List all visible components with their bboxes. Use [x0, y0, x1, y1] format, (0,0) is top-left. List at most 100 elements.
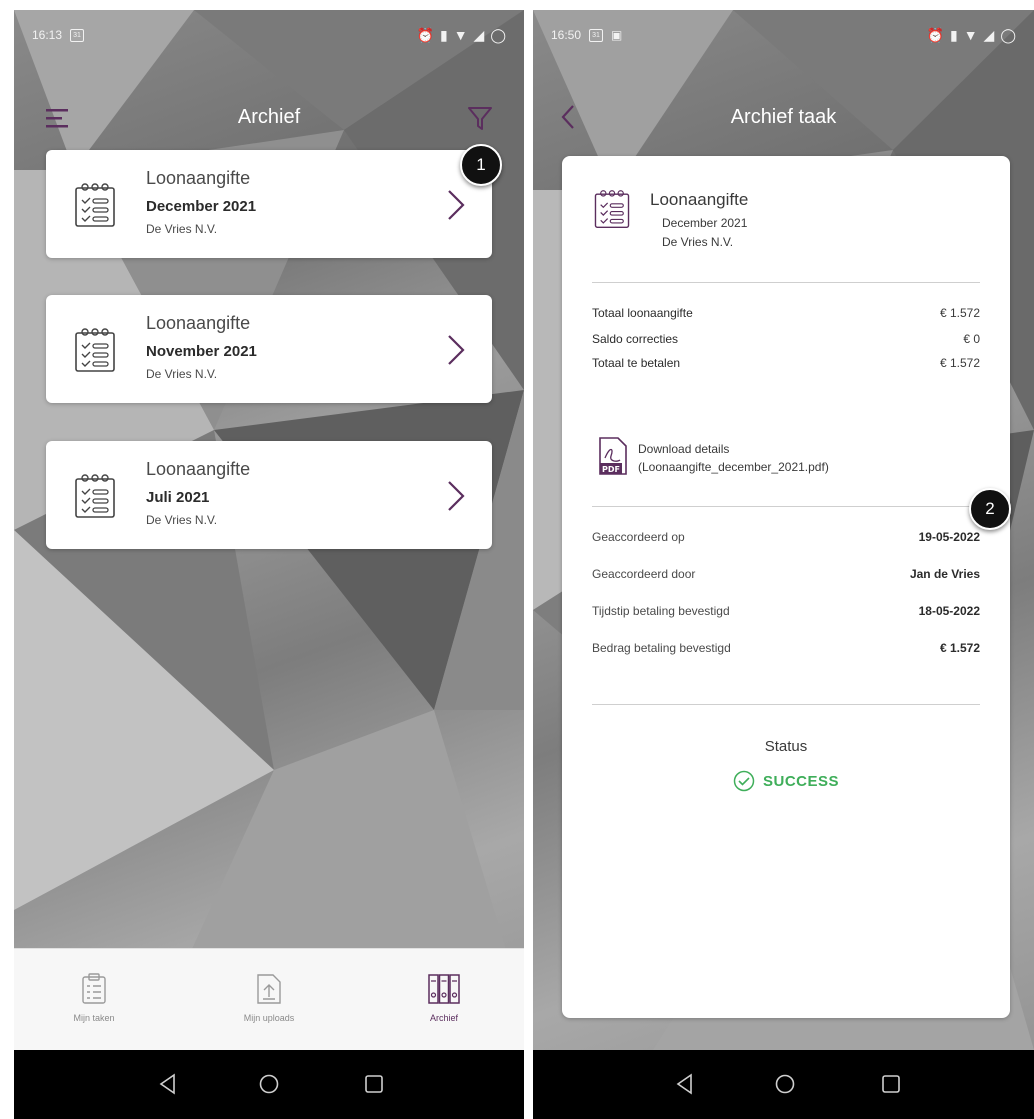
- clipboard-icon: [82, 973, 106, 1004]
- tab-mijn-uploads[interactable]: Mijn uploads: [209, 973, 329, 1023]
- download-filename: (Loonaangifte_december_2021.pdf): [638, 460, 829, 474]
- status-value: SUCCESS: [562, 770, 1010, 792]
- chevron-right-icon: [448, 190, 465, 220]
- page-title: Archief taak: [730, 106, 837, 128]
- row-label: Totaal te betalen: [592, 356, 681, 370]
- status-label: Status: [764, 738, 808, 755]
- alarm-icon: ⏰: [416, 26, 434, 43]
- recents-square-icon[interactable]: [362, 1072, 386, 1096]
- check-circle-icon: [733, 770, 755, 792]
- divider: [592, 704, 980, 705]
- vibrate-icon: ▮: [949, 26, 958, 43]
- task-title: Loonaangifte: [650, 190, 749, 209]
- totals-row: Saldo correcties € 0: [592, 332, 980, 346]
- tab-archief[interactable]: Archief: [384, 973, 504, 1023]
- task-detail-card: Loonaangifte December 2021 De Vries N.V.…: [562, 156, 1010, 1018]
- card-period: December 2021: [146, 198, 257, 215]
- checklist-icon: [75, 474, 115, 518]
- detail-row: Tijdstip betaling bevestigd 18-05-2022: [592, 604, 980, 618]
- totals-row: Totaal loonaangifte € 1.572: [592, 306, 980, 320]
- row-value: € 1.572: [939, 641, 980, 655]
- row-label: Totaal loonaangifte: [592, 306, 693, 320]
- chevron-right-icon: [448, 481, 465, 511]
- archive-card-december[interactable]: Loonaangifte December 2021 De Vries N.V.: [46, 150, 492, 258]
- status-bar: 16:50 31 ▣ ⏰ ▮ ▼ ◢ ◯: [551, 24, 1016, 46]
- filter-icon[interactable]: [466, 104, 494, 132]
- image-icon: ▣: [611, 28, 623, 42]
- checklist-icon: [75, 183, 115, 227]
- app-header: Archief: [14, 98, 524, 138]
- home-circle-icon[interactable]: [773, 1072, 797, 1096]
- detail-row: Geaccordeerd door Jan de Vries: [592, 567, 980, 581]
- row-label: Bedrag betaling bevestigd: [592, 641, 731, 655]
- home-circle-icon[interactable]: [257, 1072, 281, 1096]
- row-value: € 0: [963, 332, 980, 346]
- wifi-icon: ▼: [963, 27, 978, 43]
- download-label: Download details: [638, 442, 730, 456]
- card-title: Loonaangifte: [146, 459, 251, 479]
- task-company: De Vries N.V.: [662, 235, 734, 249]
- row-label: Tijdstip betaling bevestigd: [592, 604, 730, 618]
- signal-icon: ◢: [473, 26, 485, 43]
- tab-label: Mijn taken: [73, 1013, 115, 1023]
- archive-list-screen: 16:13 31 ⏰ ▮ ▼ ◢ ◯ Archief Loonaangifte …: [14, 10, 524, 1119]
- card-company: De Vries N.V.: [146, 367, 218, 381]
- card-title: Loonaangifte: [146, 168, 251, 188]
- checklist-icon: [594, 190, 630, 228]
- archive-card-november[interactable]: Loonaangifte November 2021 De Vries N.V.: [46, 295, 492, 403]
- status-bar: 16:13 31 ⏰ ▮ ▼ ◢ ◯: [32, 24, 506, 46]
- step-badge-2: 2: [969, 488, 1011, 530]
- archive-card-juli[interactable]: Loonaangifte Juli 2021 De Vries N.V.: [46, 441, 492, 549]
- android-nav-bar: [14, 1050, 524, 1119]
- status-time: 16:13: [32, 28, 63, 42]
- signal-icon: ◢: [983, 26, 995, 43]
- calendar-icon: 31: [589, 28, 604, 42]
- detail-row: Geaccordeerd op 19-05-2022: [592, 530, 980, 544]
- divider: [592, 506, 980, 507]
- row-value: € 1.572: [939, 306, 980, 320]
- archive-task-detail-screen: 16:50 31 ▣ ⏰ ▮ ▼ ◢ ◯ Archief taak Loonaa…: [533, 10, 1034, 1119]
- card-period: Juli 2021: [146, 489, 210, 506]
- alarm-icon: ⏰: [926, 26, 944, 43]
- android-nav-bar: [533, 1050, 1034, 1119]
- card-company: De Vries N.V.: [146, 513, 218, 527]
- back-triangle-icon[interactable]: [156, 1072, 180, 1096]
- status-text: SUCCESS: [762, 772, 840, 790]
- task-period: December 2021: [662, 216, 748, 230]
- row-value: 18-05-2022: [918, 604, 980, 618]
- row-label: Geaccordeerd op: [592, 530, 685, 544]
- row-label: Saldo correcties: [592, 332, 679, 346]
- card-title: Loonaangifte: [146, 313, 251, 333]
- tab-label: Mijn uploads: [243, 1013, 295, 1023]
- download-details-link[interactable]: Download details (Loonaangifte_december_…: [638, 440, 829, 476]
- card-period: November 2021: [146, 343, 257, 360]
- app-header: Archief taak: [533, 98, 1034, 138]
- status-time: 16:50: [551, 28, 582, 42]
- totals-row: Totaal te betalen € 1.572: [592, 356, 980, 370]
- bottom-tab-bar: Mijn taken Mijn uploads Archief: [14, 948, 524, 1051]
- vibrate-icon: ▮: [439, 26, 448, 43]
- card-company: De Vries N.V.: [146, 222, 218, 236]
- archive-binders-icon: [428, 974, 460, 1004]
- svg-text:PDF: PDF: [602, 465, 620, 474]
- pdf-file-icon[interactable]: PDF: [596, 436, 630, 476]
- page-title: Archief: [237, 106, 301, 128]
- checklist-icon: [75, 328, 115, 372]
- row-value: 19-05-2022: [918, 530, 980, 544]
- calendar-icon: 31: [70, 28, 85, 42]
- wifi-icon: ▼: [453, 27, 468, 43]
- chevron-right-icon: [448, 335, 465, 365]
- recents-square-icon[interactable]: [879, 1072, 903, 1096]
- tab-label: Archief: [429, 1013, 458, 1023]
- back-triangle-icon[interactable]: [673, 1072, 697, 1096]
- tab-mijn-taken[interactable]: Mijn taken: [34, 973, 154, 1023]
- detail-row: Bedrag betaling bevestigd € 1.572: [592, 641, 980, 655]
- row-value: Jan de Vries: [909, 567, 980, 581]
- row-label: Geaccordeerd door: [592, 567, 696, 581]
- battery-icon: ◯: [1000, 26, 1016, 43]
- row-value: € 1.572: [939, 356, 980, 370]
- upload-icon: [257, 974, 281, 1004]
- step-badge-1: 1: [460, 144, 502, 186]
- battery-icon: ◯: [490, 26, 506, 43]
- divider: [592, 282, 980, 283]
